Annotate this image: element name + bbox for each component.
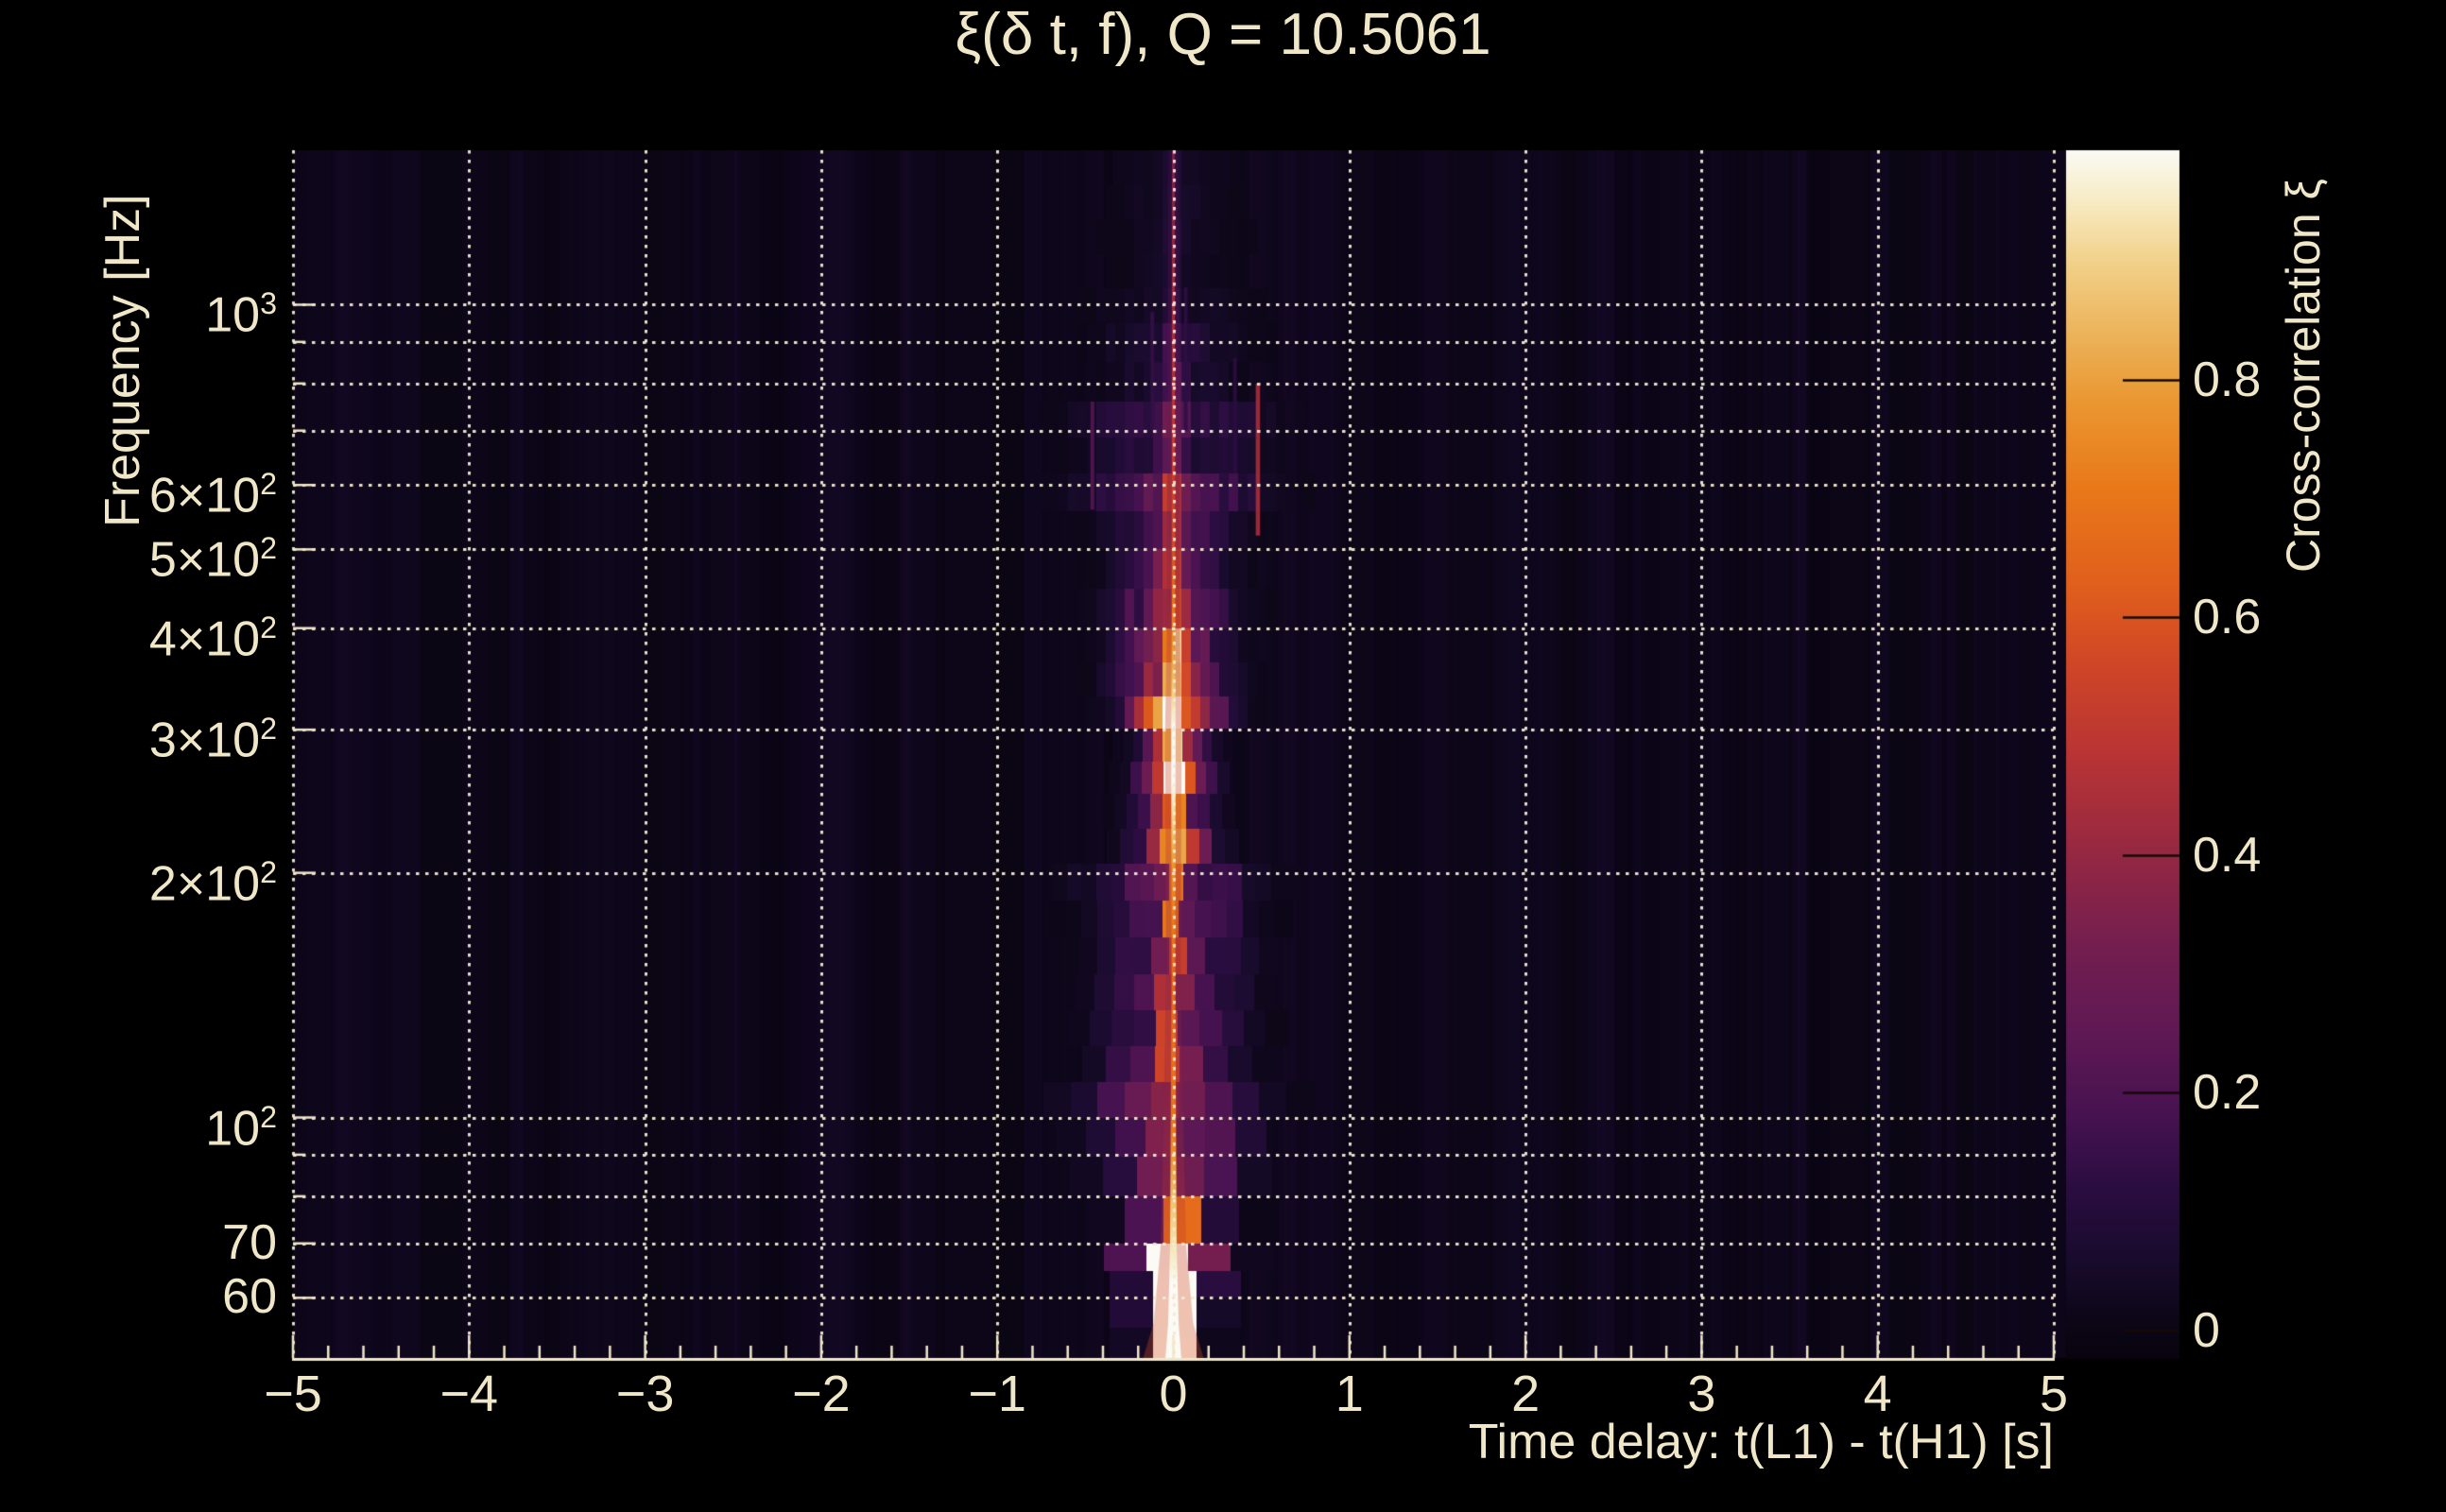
x-tick-label: 4 — [1863, 1366, 1892, 1422]
cross-correlation-chart: ξ(δ t, f), Q = 10.5061 Frequency [Hz] Ti… — [0, 0, 2446, 1512]
x-tick-label: 2 — [1511, 1366, 1541, 1422]
colorbar-tick-label: 0.4 — [2193, 827, 2262, 883]
colorbar-tick-label: 0.8 — [2193, 352, 2262, 407]
colorbar-title: Cross-correlation ξ — [2277, 179, 2330, 573]
page-title: ξ(δ t, f), Q = 10.5061 — [955, 2, 1491, 67]
y-tick-label: 5×102 — [148, 531, 277, 588]
x-tick-label: 0 — [1159, 1366, 1188, 1422]
y-tick-label: 102 — [205, 1099, 277, 1156]
x-tick-label: −5 — [264, 1366, 322, 1422]
x-axis-title: Time delay: t(L1) - t(H1) [s] — [1468, 1415, 2054, 1469]
x-tick-label: −3 — [615, 1366, 675, 1422]
y-tick-label: 103 — [205, 286, 277, 343]
x-tick-label: −2 — [792, 1366, 851, 1422]
y-tick-label: 70 — [222, 1214, 277, 1270]
colorbar-tick-label: 0.6 — [2193, 590, 2262, 645]
y-tick-label: 6×102 — [148, 467, 277, 524]
heatmap-canvas — [0, 0, 2446, 1512]
colorbar-tick-label: 0.2 — [2193, 1065, 2262, 1121]
y-tick-label: 4×102 — [148, 610, 277, 667]
x-tick-label: 3 — [1687, 1366, 1716, 1422]
x-tick-label: 5 — [2039, 1366, 2069, 1422]
x-tick-label: −4 — [439, 1366, 499, 1422]
y-tick-label: 2×102 — [148, 854, 277, 911]
colorbar-tick-label: 0 — [2193, 1303, 2220, 1359]
x-tick-label: −1 — [968, 1366, 1026, 1422]
y-tick-label: 60 — [222, 1269, 277, 1325]
x-tick-label: 1 — [1335, 1366, 1364, 1422]
y-tick-label: 3×102 — [148, 712, 277, 768]
